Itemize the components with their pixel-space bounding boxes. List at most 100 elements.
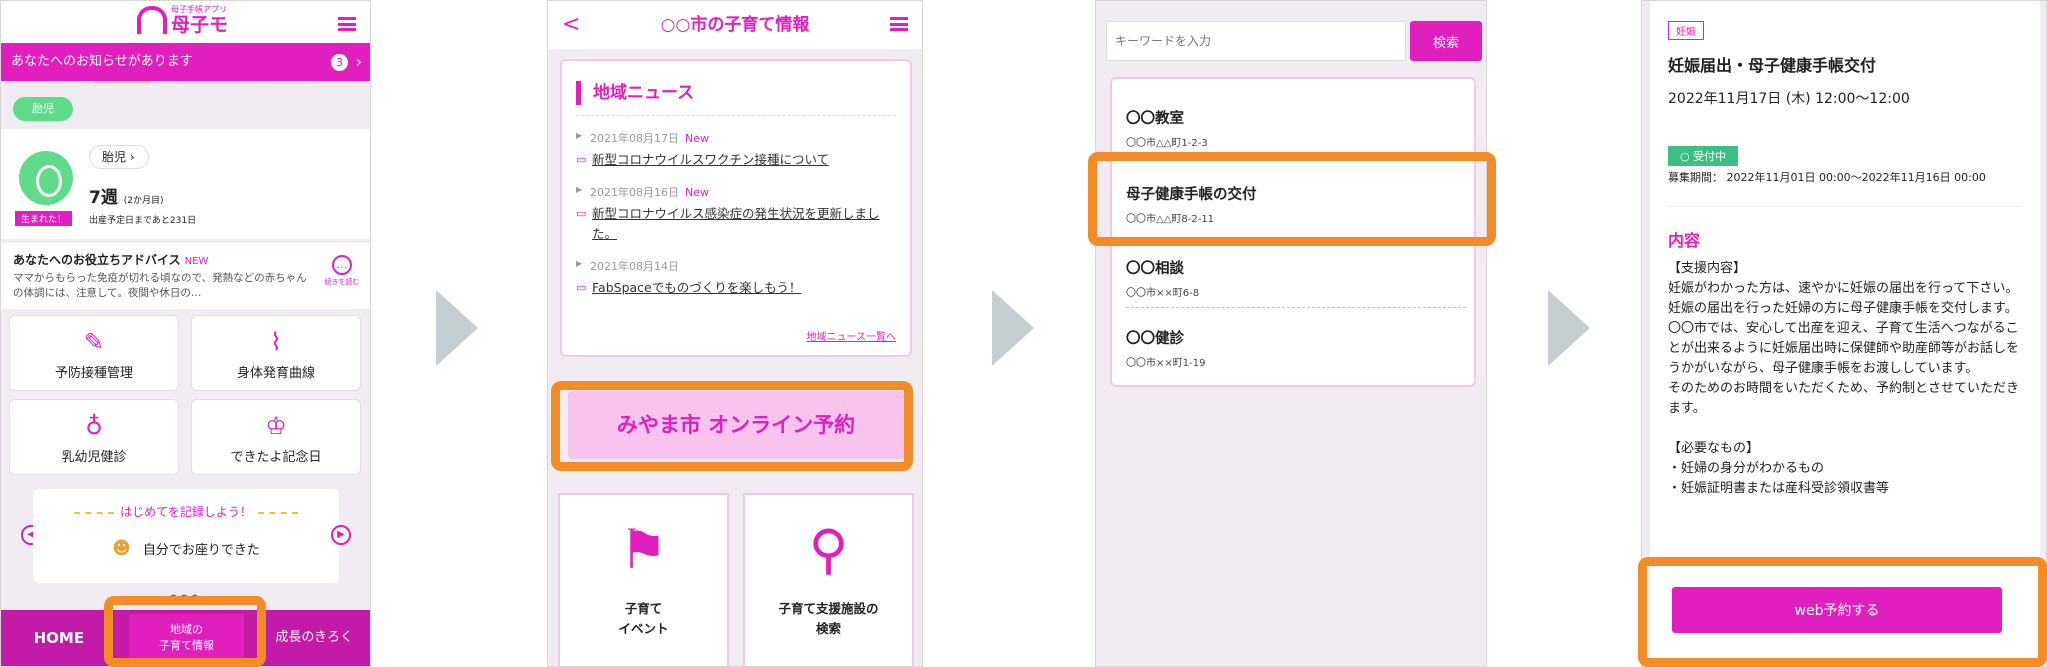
body-line: そのためのお時間をいただくため、予約制とさせていただきます。 [1668, 381, 2020, 416]
news-link[interactable]: 新型コロナウイルスワクチン接種について [576, 150, 896, 170]
tile-growth-curve[interactable]: ⌇ 身体発育曲線 [191, 315, 361, 391]
nav-local-info[interactable]: 地域の 子育て情報 [128, 614, 245, 662]
divider [576, 115, 896, 116]
nav-local-line1: 地域の [170, 623, 203, 636]
body-line: ・妊娠証明書または産科受診領収書等 [1668, 481, 1890, 496]
category-tag: 妊娠 [1668, 21, 1704, 40]
news-date-text: 2021年08月14日 [590, 260, 679, 273]
read-more-label: 続きを読む [324, 278, 360, 286]
app-header: < ○○市の子育て情報 [548, 1, 922, 49]
nav-growth-record[interactable]: 成長のきろく [256, 610, 370, 666]
read-more-button[interactable]: … 続きを読む [324, 255, 360, 287]
map-pin-icon: ⚲ [808, 518, 849, 581]
tile-milestones[interactable]: ♔ できたよ記念日 [191, 399, 361, 475]
nav-local-line2: 子育て情報 [159, 639, 214, 652]
new-badge: NEW [184, 256, 209, 267]
feature-grid: ✎ 予防接種管理 ⌇ 身体発育曲線 ♁ 乳幼児健診 ♔ できたよ記念日 [9, 315, 363, 475]
item-address: 〇〇市××町6-8 [1126, 288, 1200, 299]
status-circle-icon: ○ [1680, 150, 1690, 163]
tile-vaccination[interactable]: ✎ 予防接種管理 [9, 315, 179, 391]
baby-name: 胎児 [102, 150, 127, 164]
item-address: 〇〇市××町1-19 [1126, 358, 1206, 369]
body-line: 妊娠がわかった方は、速やかに妊娠の届出を行って下さい。 [1668, 281, 2019, 296]
item-name: 母子健康手帳の交付 [1126, 187, 1257, 203]
notice-text: あなたへのお知らせがあります [11, 54, 193, 69]
tile-label-line2: 検索 [815, 621, 841, 636]
notice-bar[interactable]: あなたへのお知らせがあります 3 › [1, 43, 370, 81]
news-item: 2021年08月17日 New 新型コロナウイルスワクチン接種について [576, 130, 896, 170]
syringe-icon: ✎ [83, 328, 105, 356]
news-link[interactable]: 新型コロナウイルス感染症の発生状況を更新しました。 [576, 204, 896, 244]
detail-date: 2022年11月17日 (木) 12:00〜12:00 [1668, 91, 1910, 107]
advice-title: あなたへのお役立ちアドバイス NEW [13, 251, 358, 268]
due-date-countdown: 出産予定日まであと231日 [89, 216, 197, 226]
tab-indicator-active [93, 81, 151, 83]
news-new-badge: New [685, 186, 709, 199]
first-record-title: はじめてを記録しよう！ [120, 505, 252, 519]
chevron-right-icon: › [355, 52, 362, 71]
screen-local-info: < ○○市の子育て情報 地域ニュース 2021年08月17日 New 新型コロナウ… [547, 0, 923, 667]
list-item[interactable]: 〇〇相談 〇〇市××町6-8 [1126, 257, 1456, 299]
first-record-card[interactable]: はじめてを記録しよう！ ☻ 自分でお座りできた [33, 489, 339, 583]
first-record-heading: はじめてを記録しよう！ [33, 503, 339, 520]
service-tiles: ⚑ 子育て イベント ⚲ 子育て支援施設の 検索 [558, 493, 914, 666]
news-date-text: 2021年08月16日 [590, 186, 679, 199]
list-item[interactable]: 母子健康手帳の交付 〇〇市△△町8-2-11 [1126, 183, 1456, 225]
back-chevron-icon[interactable]: < [562, 1, 580, 49]
body-line: 妊娠の届出を行った妊婦の方に母子健康手帳を交付します。 〇〇市では、安心して出産… [1668, 301, 2025, 376]
news-date: 2021年08月16日 New [576, 184, 896, 200]
item-name: 〇〇健診 [1126, 331, 1184, 347]
step-arrow-icon [1548, 290, 1590, 366]
screen-detail: 妊娠 妊娠届出・母子健康手帳交付 2022年11月17日 (木) 12:00〜1… [1641, 0, 2047, 667]
search-input[interactable] [1106, 21, 1406, 61]
tile-facility-search[interactable]: ⚲ 子育て支援施設の 検索 [743, 493, 914, 666]
step-arrow-icon [436, 290, 478, 366]
child-chip[interactable]: 胎児 [13, 97, 73, 121]
born-button[interactable]: 生まれた！ [15, 211, 73, 226]
body-line: 【支援内容】 [1668, 261, 1747, 276]
tile-label: できたよ記念日 [230, 450, 322, 465]
tile-label: 子育て支援施設の 検索 [745, 599, 912, 639]
status-badge: ○ 受付中 [1668, 146, 1739, 166]
baby-sitting-icon: ☻ [112, 538, 131, 559]
content-heading: 内容 [1668, 231, 1701, 250]
advice-title-text: あなたへのお役立ちアドバイス [13, 253, 181, 267]
logo-text: 母子モ [171, 14, 229, 36]
news-date: 2021年08月17日 New [576, 130, 896, 146]
tile-parenting-events[interactable]: ⚑ 子育て イベント [558, 493, 729, 666]
growth-curve-icon: ⌇ [270, 328, 282, 356]
list-item[interactable]: 〇〇健診 〇〇市××町1-19 [1126, 327, 1456, 369]
news-list-link[interactable]: 地域ニュース一覧へ [807, 328, 897, 343]
news-date-text: 2021年08月17日 [590, 132, 679, 145]
local-news-card: 地域ニュース 2021年08月17日 New 新型コロナウイルスワクチン接種につい… [560, 59, 912, 357]
nav-home[interactable]: HOME [1, 610, 117, 666]
app-logo: 母子手帳アプリ 母子モ [137, 5, 228, 35]
speech-bubble-icon: … [332, 255, 352, 275]
web-reserve-button[interactable]: web予約する [1672, 587, 2002, 633]
crown-icon: ♔ [265, 412, 287, 440]
bunting-icon [74, 511, 115, 514]
menu-icon[interactable] [338, 17, 356, 31]
divider [1126, 307, 1466, 308]
carousel-next-icon[interactable]: ▶ [331, 525, 351, 545]
tab-indicator [1, 81, 370, 91]
list-item[interactable]: 〇〇教室 〇〇市△△町1-2-3 [1126, 107, 1456, 149]
tile-checkup[interactable]: ♁ 乳幼児健診 [9, 399, 179, 475]
item-name: 〇〇相談 [1126, 261, 1184, 277]
advice-card[interactable]: あなたへのお役立ちアドバイス NEW ママからもらった免疫が切れる頃なので、発熱な… [1, 243, 370, 309]
baby-name-button[interactable]: 胎児 › [89, 145, 149, 169]
menu-icon[interactable] [890, 17, 908, 31]
news-date: 2021年08月14日 [576, 258, 896, 274]
news-item: 2021年08月16日 New 新型コロナウイルス感染症の発生状況を更新しました。 [576, 184, 896, 244]
body-line: 【必要なもの】 [1668, 441, 1760, 456]
notice-count-badge: 3 [331, 54, 348, 71]
search-button[interactable]: 検索 [1410, 21, 1482, 61]
screen-home: 母子手帳アプリ 母子モ あなたへのお知らせがあります 3 › 胎児 生まれた！ … [0, 0, 371, 667]
tile-label-line2: イベント [618, 621, 669, 636]
news-link[interactable]: FabSpaceでものづくりを楽しもう！ [576, 278, 896, 298]
bunting-icon [257, 511, 298, 514]
tile-label: 乳幼児健診 [61, 450, 127, 465]
application-period: 募集期間： 2022年11月01日 00:00〜2022年11月16日 00:0… [1668, 171, 1986, 184]
online-reservation-banner[interactable]: みやま市 オンライン予約 [568, 391, 904, 459]
baby-week-month: (2か月目) [123, 196, 164, 206]
